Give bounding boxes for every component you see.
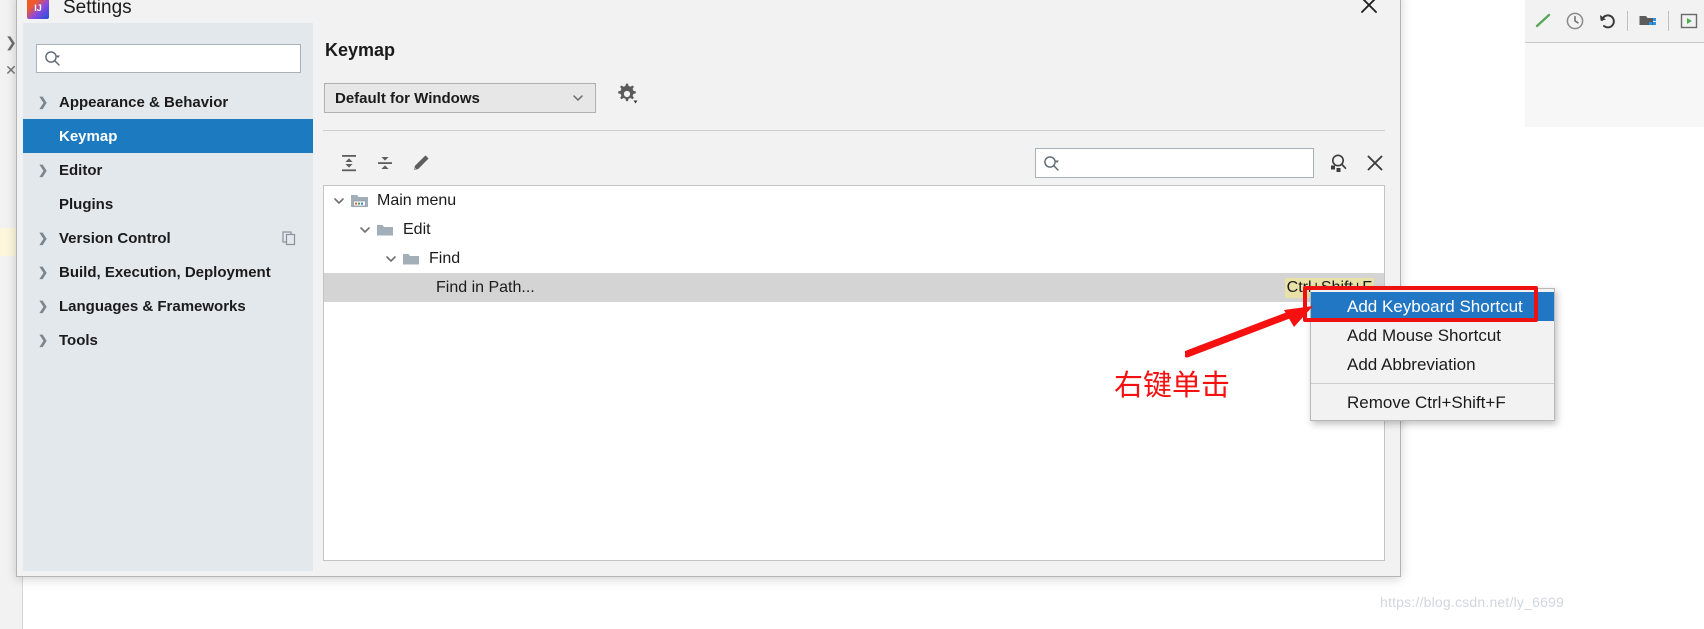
menu-item-label: Add Abbreviation xyxy=(1347,354,1476,374)
menu-item-label: Add Mouse Shortcut xyxy=(1347,325,1502,345)
chevron-right-icon[interactable]: ❯ xyxy=(35,299,51,313)
screenshot-root: ❯ ✕ https://blog.csdn.net/ly_6699 IJ Set… xyxy=(0,0,1704,629)
tree-row-label: Edit xyxy=(403,220,431,238)
collapse-all-icon[interactable] xyxy=(370,148,400,178)
filter-by-shortcut-icon[interactable] xyxy=(1325,149,1353,177)
sidebar-nav-list: ❯ Appearance & Behavior Keymap ❯ Editor … xyxy=(23,85,313,357)
close-icon[interactable] xyxy=(1352,0,1386,22)
folder-project-icon[interactable] xyxy=(1636,9,1660,33)
settings-sidebar: ❯ Appearance & Behavior Keymap ❯ Editor … xyxy=(23,23,313,571)
copy-icon[interactable] xyxy=(281,230,297,246)
chevron-right-icon[interactable]: ❯ xyxy=(35,163,51,177)
menu-item-add-mouse-shortcut[interactable]: Add Mouse Shortcut xyxy=(1311,321,1554,350)
sidebar-item-languages-frameworks[interactable]: ❯ Languages & Frameworks xyxy=(23,289,313,323)
menu-separator xyxy=(1311,383,1554,384)
menu-item-add-keyboard-shortcut[interactable]: Add Keyboard Shortcut xyxy=(1311,292,1554,321)
tree-search-input[interactable] xyxy=(1063,154,1287,172)
run-icon[interactable] xyxy=(1677,9,1701,33)
tree-row[interactable]: Find xyxy=(324,244,1384,273)
main-menu-icon xyxy=(350,193,369,209)
sidebar-item-keymap[interactable]: Keymap xyxy=(23,119,313,153)
dialog-titlebar: Settings xyxy=(17,0,1400,23)
keymap-select[interactable]: Default for Windows xyxy=(324,83,596,113)
search-icon xyxy=(1043,155,1060,172)
sidebar-item-tools[interactable]: ❯ Tools xyxy=(23,323,313,357)
sidebar-item-label: Languages & Frameworks xyxy=(59,297,246,315)
edit-pencil-icon[interactable] xyxy=(406,148,436,178)
intellij-idea-icon xyxy=(27,0,49,19)
clear-icon[interactable] xyxy=(1361,149,1389,177)
sidebar-search-box[interactable] xyxy=(36,44,301,73)
tree-toolbar xyxy=(323,141,1385,185)
sidebar-item-plugins[interactable]: Plugins xyxy=(23,187,313,221)
keymap-select-value: Default for Windows xyxy=(335,89,480,107)
chevron-right-icon[interactable]: ❯ xyxy=(35,333,51,347)
undo-icon[interactable] xyxy=(1595,9,1619,33)
menu-item-remove-shortcut[interactable]: Remove Ctrl+Shift+F xyxy=(1311,388,1554,417)
gear-icon[interactable] xyxy=(614,81,640,107)
watermark: https://blog.csdn.net/ly_6699 xyxy=(1380,594,1565,610)
chevron-down-icon xyxy=(571,91,585,105)
chevron-right-icon[interactable]: ❯ xyxy=(35,265,51,279)
sidebar-item-build-execution-deployment[interactable]: ❯ Build, Execution, Deployment xyxy=(23,255,313,289)
chevron-down-icon[interactable] xyxy=(356,221,374,239)
pane-divider xyxy=(323,130,1385,131)
annotation-callout-text: 右键单击 xyxy=(1114,368,1231,402)
folder-icon xyxy=(402,251,421,267)
tree-row-label: Main menu xyxy=(377,191,457,209)
sidebar-item-version-control[interactable]: ❯ Version Control xyxy=(23,221,313,255)
sidebar-item-label: Editor xyxy=(59,161,103,179)
toolbar-separator xyxy=(1627,11,1628,31)
menu-item-add-abbreviation[interactable]: Add Abbreviation xyxy=(1311,350,1554,379)
tree-row-label: Find in Path... xyxy=(436,278,535,296)
sidebar-search-input[interactable] xyxy=(64,49,278,68)
sidebar-item-label: Plugins xyxy=(59,195,114,213)
folder-icon xyxy=(376,222,395,238)
toolbar-separator-2 xyxy=(1668,11,1669,31)
sidebar-item-label: Keymap xyxy=(59,127,118,145)
clock-icon[interactable] xyxy=(1563,9,1587,33)
expand-all-icon[interactable] xyxy=(334,148,364,178)
tree-row[interactable]: Edit xyxy=(324,215,1384,244)
tree-row-label: Find xyxy=(429,249,461,267)
tree-search-box[interactable] xyxy=(1035,148,1314,178)
tree-row[interactable]: Find in Path... Ctrl+Shift+F xyxy=(324,273,1384,302)
sidebar-item-label: Appearance & Behavior xyxy=(59,93,229,111)
sidebar-item-label: Tools xyxy=(59,331,98,349)
page-title: Keymap xyxy=(325,40,396,60)
tree-row[interactable]: Main menu xyxy=(324,186,1384,215)
keymap-pane: Keymap Default for Windows Main menu Edi… xyxy=(313,23,1395,571)
sidebar-item-appearance-behavior[interactable]: ❯ Appearance & Behavior xyxy=(23,85,313,119)
sidebar-item-label: Build, Execution, Deployment xyxy=(59,263,271,281)
chevron-down-icon[interactable] xyxy=(330,192,348,210)
check-icon[interactable] xyxy=(1531,9,1555,33)
search-icon xyxy=(44,50,61,67)
sidebar-item-label: Version Control xyxy=(59,229,171,247)
ide-toolbar xyxy=(1525,0,1704,43)
dialog-title: Settings xyxy=(63,0,132,18)
menu-item-label: Remove Ctrl+Shift+F xyxy=(1347,392,1506,412)
context-menu: Add Keyboard Shortcut Add Mouse Shortcut… xyxy=(1310,288,1555,421)
ide-panel-strip-1 xyxy=(1525,43,1704,86)
chevron-right-icon[interactable]: ❯ xyxy=(35,95,51,109)
ide-panel-strip-2 xyxy=(1525,85,1704,128)
sidebar-item-editor[interactable]: ❯ Editor xyxy=(23,153,313,187)
menu-item-label: Add Keyboard Shortcut xyxy=(1347,296,1523,316)
chevron-right-icon[interactable]: ❯ xyxy=(35,231,51,245)
chevron-down-icon[interactable] xyxy=(382,250,400,268)
settings-dialog: Settings ❯ Appearance & Behavior Key xyxy=(16,0,1401,577)
